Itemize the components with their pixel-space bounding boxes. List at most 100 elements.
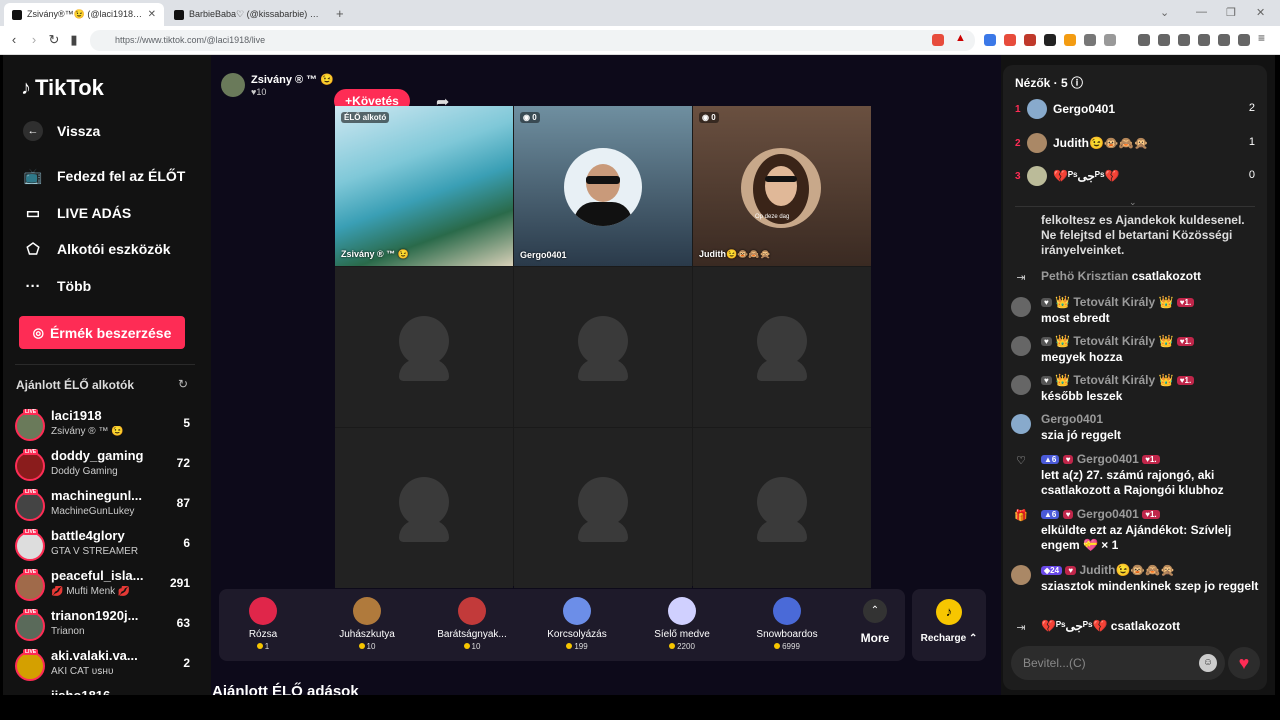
guest-slot[interactable]: ◉ 0 Gergo0401 xyxy=(514,106,692,266)
top-viewer-row[interactable]: 2 Judith😉🐵🙈🙊 1 xyxy=(1015,130,1255,160)
new-tab-icon[interactable]: + xyxy=(336,6,344,21)
message-body: lett a(z) 27. számú rajongó, aki csatlak… xyxy=(1041,468,1224,497)
empty-guest-slot[interactable] xyxy=(514,428,692,588)
avatar[interactable] xyxy=(1011,375,1031,395)
close-window-icon[interactable]: ✕ xyxy=(1256,6,1265,19)
reload-icon[interactable]: ↻ xyxy=(46,32,62,48)
top-viewer-row[interactable]: 3 💔ᴾˢجیᴾˢ💔 0 xyxy=(1015,163,1255,193)
empty-guest-slot[interactable] xyxy=(693,267,871,427)
warning-icon[interactable]: ▲ xyxy=(955,32,967,44)
recommended-creator[interactable]: jisho1816 xyxy=(15,688,195,695)
recommended-creator[interactable]: LIVE aki.valaki.va... AKI CAT ᴜꜱʜᴜ 2 xyxy=(15,648,195,688)
extension-icon[interactable] xyxy=(1024,34,1036,46)
extension-icon[interactable] xyxy=(1044,34,1056,46)
wallet-icon[interactable] xyxy=(1198,34,1210,46)
recommended-creator[interactable]: LIVE peaceful_isla... 💋 Mufti Menk 💋 291 xyxy=(15,568,195,608)
sidebar-item-creator-tools[interactable]: ⬠ Alkotói eszközök xyxy=(23,239,170,259)
recommended-creator[interactable]: LIVE laci1918 Zsivány ® ™ 😉 5 xyxy=(15,408,195,448)
avatar[interactable] xyxy=(1011,336,1031,356)
viewer-count: 2 xyxy=(183,656,190,670)
download-icon[interactable] xyxy=(1138,34,1150,46)
guest-slot-host[interactable]: ÉLŐ alkotó Zsivány ® ™ 😉 xyxy=(335,106,513,266)
sidebar-item-more[interactable]: ··· Több xyxy=(23,276,92,296)
message-user[interactable]: Pethö Krisztian csatlakozott xyxy=(1041,269,1201,283)
emoji-icon[interactable]: ☺ xyxy=(1199,654,1217,672)
viewer-name: 💔ᴾˢجیᴾˢ💔 xyxy=(1053,169,1120,183)
dog-icon xyxy=(353,597,381,625)
coin-icon xyxy=(566,643,573,649)
extension-icon[interactable] xyxy=(1064,34,1076,46)
recommended-creator[interactable]: LIVE trianon1920j... Trianon 63 xyxy=(15,608,195,648)
fan-badge: ♥1. xyxy=(1176,376,1195,386)
like-heart-button[interactable]: ♥ xyxy=(1228,647,1260,679)
tab-inactive[interactable]: BarbieBaba♡ (@kissabarbie) ÉLŐ ad… xyxy=(166,3,330,26)
maximize-icon[interactable]: ❐ xyxy=(1226,6,1236,19)
url-bar[interactable]: https://www.tiktok.com/@laci1918/live xyxy=(90,30,975,51)
avatar xyxy=(1027,166,1047,186)
translate-icon[interactable] xyxy=(984,34,996,46)
gift-item[interactable]: Síelő medve 2200 xyxy=(642,595,722,651)
empty-guest-slot[interactable] xyxy=(335,267,513,427)
message-user[interactable]: ▲6 ♥ Gergo0401 ♥1. xyxy=(1041,507,1160,521)
extension-icon[interactable] xyxy=(1104,34,1116,46)
message-user[interactable]: ♥ 👑 Tetovált Király 👑 ♥1. xyxy=(1041,373,1195,387)
avatar[interactable] xyxy=(1011,297,1031,317)
gift-item[interactable]: Rózsa 1 xyxy=(223,595,303,651)
avatar[interactable] xyxy=(1011,565,1031,585)
back-link[interactable]: ← Vissza xyxy=(23,121,100,141)
favorites-icon[interactable] xyxy=(1218,34,1230,46)
tiktok-logo[interactable]: ♪ TikTok xyxy=(21,75,104,101)
shield-icon[interactable] xyxy=(1238,34,1250,46)
viewers-title[interactable]: Nézők · 5 ⓘ xyxy=(1015,74,1083,91)
recommended-creators-title: Ajánlott ÉLŐ alkotók xyxy=(16,378,135,392)
gift-item[interactable]: Snowboardos 6999 xyxy=(747,595,827,651)
sidebar-item-explore-live[interactable]: 📺 Fedezd fel az ÉLŐT xyxy=(23,166,186,186)
creator-name: aki.valaki.va... xyxy=(51,648,138,663)
sidebar-icon[interactable] xyxy=(1178,34,1190,46)
extension-icon[interactable] xyxy=(1084,34,1096,46)
brave-shield-icon[interactable] xyxy=(932,34,944,46)
gift-item[interactable]: Juhászkutya 10 xyxy=(327,595,407,651)
empty-guest-slot[interactable] xyxy=(335,428,513,588)
more-dots-icon: ··· xyxy=(25,277,41,295)
bookmark-icon[interactable]: ▮ xyxy=(66,32,82,48)
message-user[interactable]: ♥ 👑 Tetovált Király 👑 ♥1. xyxy=(1041,295,1195,309)
more-gifts-button[interactable]: ⌃ More xyxy=(855,599,895,645)
message-user[interactable]: ▲6 ♥ Gergo0401 ♥1. xyxy=(1041,452,1160,466)
message-user[interactable]: ◆24 ♥ Judith😉🐵🙈🙊 xyxy=(1041,563,1175,577)
minimize-icon[interactable]: — xyxy=(1196,6,1207,18)
gift-item[interactable]: Barátságnyak... 10 xyxy=(432,595,512,651)
avatar[interactable] xyxy=(1011,414,1031,434)
recommended-creator[interactable]: LIVE battle4glory GTA V STREAMER 6 xyxy=(15,528,195,568)
media-icon[interactable] xyxy=(1158,34,1170,46)
tab-active[interactable]: Zsivány®™😉 (@laci1918) É… ✕ xyxy=(4,3,164,26)
gift-item[interactable]: Korcsolyázás 199 xyxy=(537,595,617,651)
message-user[interactable]: ♥ 👑 Tetovált Király 👑 ♥1. xyxy=(1041,334,1195,348)
back-arrow-icon[interactable]: ‹ xyxy=(6,32,22,47)
host-avatar[interactable] xyxy=(221,73,245,97)
tab-search-icon[interactable]: ⌄ xyxy=(1160,6,1169,19)
chevron-up-icon: ⌃ xyxy=(863,599,887,623)
refresh-icon[interactable]: ↻ xyxy=(178,377,188,391)
tab-close-icon[interactable]: ✕ xyxy=(148,9,156,20)
empty-guest-slot[interactable] xyxy=(693,428,871,588)
viewer-rank: 2 xyxy=(1015,138,1021,149)
message-user[interactable]: 💔ᴾˢجیᴾˢ💔 csatlakozott xyxy=(1041,619,1180,633)
chat-input[interactable]: Bevitel...(C) ☺ xyxy=(1011,646,1225,680)
coin-icon: ♪ xyxy=(936,599,962,625)
recharge-button[interactable]: ♪ Recharge ⌃ xyxy=(912,589,986,661)
message-user[interactable]: Gergo0401 xyxy=(1041,412,1103,426)
viewer-score: 0 xyxy=(1248,169,1255,181)
sidebar-item-live-studio[interactable]: ▭ LIVE ADÁS xyxy=(23,203,131,223)
host-name[interactable]: Zsivány ® ™ 😉 xyxy=(251,73,334,86)
guest-slot[interactable]: ◉ 0 Op deze dag Judith😉🐵🙈🙊 xyxy=(693,106,871,266)
extension-icon[interactable] xyxy=(1004,34,1016,46)
get-coins-button[interactable]: ◎ Érmék beszerzése xyxy=(19,316,185,349)
empty-guest-slot[interactable] xyxy=(514,267,692,427)
top-viewer-row[interactable]: 1 Gergo0401 2 xyxy=(1015,96,1255,126)
forward-arrow-icon[interactable]: › xyxy=(26,32,42,47)
coin-icon xyxy=(774,643,781,649)
menu-icon[interactable]: ≡ xyxy=(1258,31,1265,45)
recommended-creator[interactable]: LIVE doddy_gaming Doddy Gaming 72 xyxy=(15,448,195,488)
recommended-creator[interactable]: LIVE machinegunl... MachineGunLukey 87 xyxy=(15,488,195,528)
